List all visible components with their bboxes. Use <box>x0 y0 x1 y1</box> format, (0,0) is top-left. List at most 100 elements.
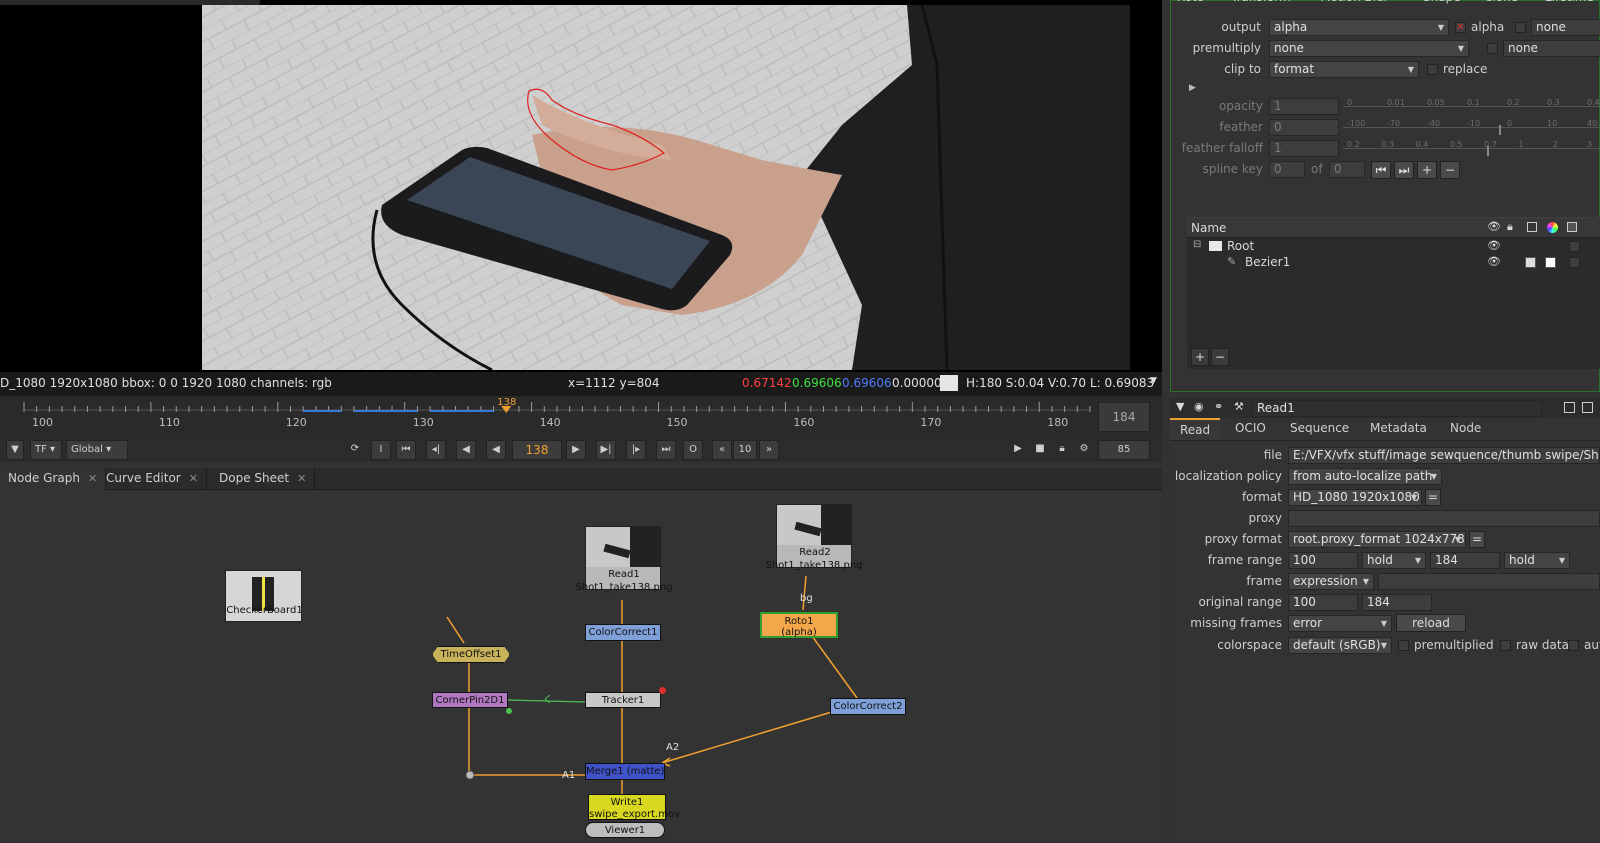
prev-keyframe-button[interactable]: ◂| <box>426 440 446 460</box>
playback-settings-icon[interactable]: ⚙ <box>1074 440 1094 460</box>
bezier-color-swatch[interactable] <box>1545 257 1556 268</box>
step-back-button[interactable]: ◀ <box>456 440 476 460</box>
read1-node[interactable]: Read1 <box>585 526 661 590</box>
info-menu-chevron-icon[interactable]: ▼ <box>1150 376 1157 386</box>
fps-field[interactable]: 85 <box>1098 440 1150 460</box>
spline-key-field[interactable]: 0 <box>1269 161 1305 178</box>
tree-row-bezier[interactable]: ✎ Bezier1 👁︎ <box>1187 254 1600 270</box>
premultiply-none-field[interactable]: none <box>1503 40 1600 57</box>
format-dropdown[interactable]: HD_1080 1920x1080 <box>1288 489 1422 506</box>
in-point-button[interactable]: I <box>371 440 391 460</box>
proxy-path-field[interactable] <box>1288 510 1600 527</box>
file-path-field[interactable]: E:/VFX/vfx stuff/image sewquence/thumb s… <box>1288 447 1600 464</box>
frame-display-dropdown[interactable]: TF ▾ <box>30 440 62 460</box>
spline-key-total-field[interactable]: 0 <box>1329 161 1365 178</box>
tab-curve-editor[interactable]: Curve Editor ✕ <box>98 468 207 490</box>
stop-icon[interactable]: ■ <box>1030 440 1050 460</box>
tab-metadata[interactable]: Metadata <box>1360 418 1437 440</box>
proxy-format-dropdown[interactable]: root.proxy_format 1024x778 <box>1288 531 1466 548</box>
colorcorrect2-node[interactable]: ColorCorrect2 <box>830 698 906 715</box>
expand-arrow-icon[interactable]: ▶ <box>1189 83 1196 93</box>
proxy-format-edit-button[interactable]: = <box>1469 531 1485 548</box>
skip-forward-button[interactable]: » <box>759 440 779 460</box>
roto-tab-transform[interactable]: Transform <box>1231 0 1291 4</box>
close-icon[interactable]: ✕ <box>88 472 97 485</box>
timeline-ruler[interactable]: 100 110 120 130 140 150 160 170 180 138 <box>0 396 1100 438</box>
output-dropdown[interactable]: alpha <box>1269 19 1449 36</box>
roto-node[interactable]: Roto1 (alpha) <box>760 612 838 638</box>
roto-tab-roto[interactable]: Roto <box>1177 0 1204 4</box>
frame-expression-field[interactable] <box>1378 573 1600 590</box>
original-range-end-field[interactable]: 184 <box>1362 594 1432 611</box>
range-dropdown[interactable]: Global ▾ <box>66 440 128 460</box>
lock-icon[interactable]: 🔒︎ <box>1052 440 1072 460</box>
root-overlay-checkbox[interactable] <box>1569 241 1580 252</box>
viewer-panel[interactable] <box>0 0 1162 372</box>
close-icon[interactable]: ✕ <box>297 472 306 485</box>
output-none-checkbox[interactable] <box>1515 22 1526 33</box>
tab-node-graph[interactable]: Node Graph ✕ <box>0 468 107 490</box>
next-spline-key-icon[interactable]: ⏭ <box>1394 161 1414 179</box>
frame-range-before-dropdown[interactable]: hold <box>1362 552 1426 569</box>
last-frame-button[interactable]: ⏭ <box>656 440 676 460</box>
write-node[interactable]: Write1 swipe_export.mov <box>588 794 680 820</box>
remove-spline-key-icon[interactable]: − <box>1440 161 1460 179</box>
play-backward-button[interactable]: ◀ <box>486 440 506 460</box>
tab-dope-sheet[interactable]: Dope Sheet ✕ <box>211 468 316 490</box>
slider-knob[interactable] <box>1487 146 1490 156</box>
close-icon[interactable]: ✕ <box>189 472 198 485</box>
play-forward-button[interactable]: ▶ <box>566 440 586 460</box>
collapse-icon[interactable]: ⊟ <box>1193 239 1201 250</box>
frame-increment-field[interactable]: 10 <box>733 440 757 460</box>
step-forward-button[interactable]: ▶| <box>596 440 616 460</box>
frame-range-start-field[interactable]: 100 <box>1288 552 1358 569</box>
colorcorrect1-node[interactable]: ColorCorrect1 <box>585 624 661 641</box>
bezier-invert-icon[interactable] <box>1525 257 1536 268</box>
premultiply-none-checkbox[interactable] <box>1487 43 1498 54</box>
raw-data-checkbox[interactable] <box>1500 640 1511 651</box>
input-node-icon[interactable]: ⚭ <box>1214 400 1223 413</box>
colorspace-dropdown[interactable]: default (sRGB) <box>1288 637 1392 654</box>
read2-node[interactable]: Read2 <box>776 504 852 568</box>
roto-layer-tree[interactable]: Name 👁︎ 🔒︎ ⊟ Root 👁︎ ✎ Bezier1 👁︎ + − <box>1187 217 1600 369</box>
bezier-overlay-checkbox[interactable] <box>1569 257 1580 268</box>
merge-node[interactable]: Merge1 (matte) <box>585 763 665 780</box>
missing-frames-dropdown[interactable]: error <box>1288 615 1392 632</box>
first-frame-button[interactable]: ⏮ <box>396 440 416 460</box>
tab-sequence[interactable]: Sequence <box>1280 418 1359 440</box>
root-visible-eye-icon[interactable]: 👁︎ <box>1487 239 1501 252</box>
tab-node[interactable]: Node <box>1440 418 1491 440</box>
format-edit-button[interactable]: = <box>1425 489 1441 506</box>
cornerpin-node[interactable]: CornerPin2D1 <box>432 692 508 708</box>
prev-spline-key-icon[interactable]: ⏮ <box>1371 161 1391 179</box>
out-point-button[interactable]: O <box>683 440 703 460</box>
node-settings-icon[interactable]: ⚒ <box>1234 400 1244 413</box>
alpha-checkbox[interactable]: ✕ <box>1455 22 1466 33</box>
node-name-field[interactable]: Read1 <box>1252 400 1542 417</box>
flipbook-icon[interactable]: ▶ <box>1008 440 1028 460</box>
tab-read[interactable]: Read <box>1170 418 1221 440</box>
loop-mode-icon[interactable]: ⟳ <box>345 440 365 460</box>
output-none-field[interactable]: none <box>1531 19 1600 36</box>
timeline-end-frame[interactable]: 184 <box>1098 402 1150 432</box>
feather-slider[interactable]: -100 -70 -40 -10 0 10 40 <box>1343 119 1600 137</box>
add-layer-icon[interactable]: + <box>1191 348 1209 366</box>
panel-float-icon[interactable] <box>1564 402 1575 413</box>
remove-layer-icon[interactable]: − <box>1211 348 1229 366</box>
collapse-panel-icon[interactable]: ▼ <box>1176 400 1184 413</box>
opacity-slider[interactable]: 0 0.01 0.05 0.1 0.2 0.3 0.4 <box>1343 98 1600 116</box>
viewer-image[interactable] <box>202 5 1130 370</box>
frame-range-end-field[interactable]: 184 <box>1430 552 1500 569</box>
original-range-start-field[interactable]: 100 <box>1288 594 1358 611</box>
current-frame-field[interactable]: 138 <box>512 440 562 460</box>
feather-falloff-slider[interactable]: 0.2 0.3 0.4 0.5 0.7 1 2 3 <box>1343 140 1600 158</box>
checkerboard-node[interactable]: CheckerBoard1 <box>225 570 302 622</box>
skip-back-button[interactable]: « <box>712 440 732 460</box>
auto-alpha-checkbox[interactable] <box>1568 640 1579 651</box>
localization-policy-dropdown[interactable]: from auto-localize path <box>1288 468 1442 485</box>
frame-range-after-dropdown[interactable]: hold <box>1504 552 1570 569</box>
add-spline-key-icon[interactable]: + <box>1417 161 1437 179</box>
tracker-node[interactable]: Tracker1 <box>585 692 661 708</box>
timeoffset-node[interactable]: TimeOffset1 <box>432 646 510 663</box>
viewer-node[interactable]: Viewer1 <box>585 822 665 838</box>
